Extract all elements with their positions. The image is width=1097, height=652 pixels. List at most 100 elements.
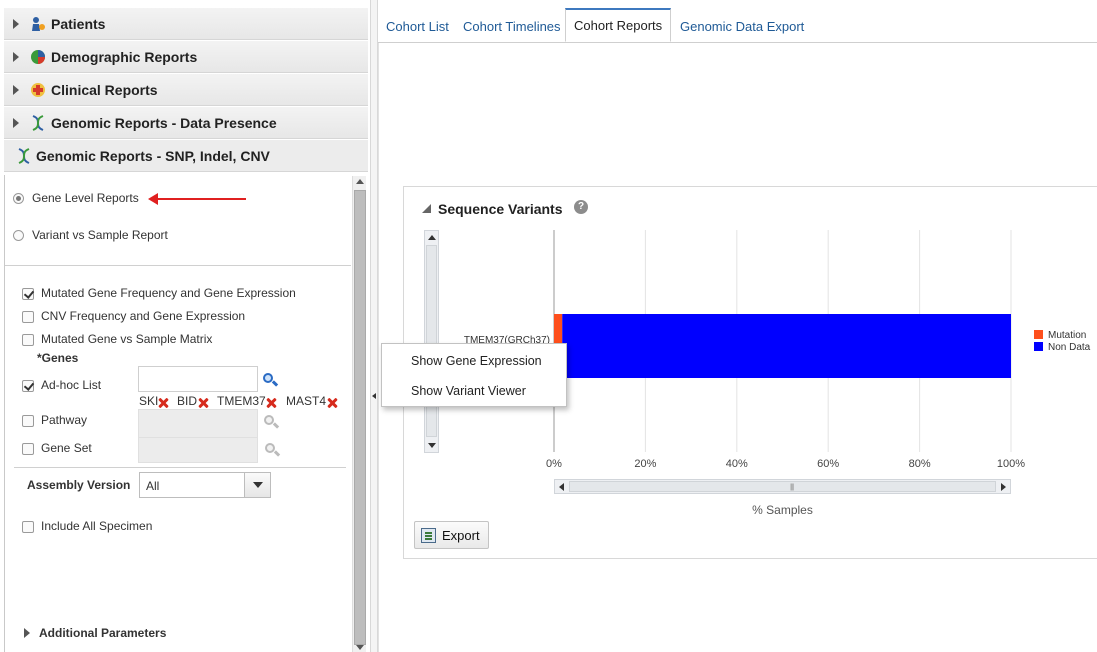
divider xyxy=(5,265,351,266)
accordion-demographic-reports[interactable]: Demographic Reports xyxy=(4,41,368,73)
tab-cohort-list[interactable]: Cohort List xyxy=(378,10,457,43)
expand-triangle-icon xyxy=(13,85,19,95)
scroll-left-icon[interactable] xyxy=(559,483,564,491)
gene-token-tmem37: TMEM37 xyxy=(217,394,266,408)
expand-triangle-icon xyxy=(13,19,19,29)
checkbox-gene-set[interactable] xyxy=(22,443,34,455)
pathway-input xyxy=(138,409,258,439)
accordion-label: Patients xyxy=(51,16,106,32)
export-button[interactable]: Export xyxy=(414,521,489,549)
panel-splitter[interactable] xyxy=(370,0,378,652)
checkbox-include-all-specimen[interactable] xyxy=(22,521,34,533)
x-axis-label: % Samples xyxy=(752,503,813,517)
legend-label: Non Data xyxy=(1048,342,1091,353)
search-icon xyxy=(263,414,280,430)
gene-token-bid: BID xyxy=(177,394,198,408)
x-tick-label: 80% xyxy=(909,458,931,470)
gene-set-input xyxy=(138,437,258,463)
export-icon xyxy=(421,528,436,543)
scroll-up-icon[interactable] xyxy=(428,235,436,240)
expand-triangle-icon xyxy=(13,118,19,128)
checkbox-mutated-gene-matrix[interactable] xyxy=(22,334,34,346)
select-value: All xyxy=(146,479,160,493)
radio-gene-level-reports[interactable] xyxy=(13,193,24,204)
left-panel: Patients Demographic Reports Clinical Re… xyxy=(0,0,370,652)
expand-triangle-icon[interactable] xyxy=(24,628,30,638)
legend-label: Mutation xyxy=(1048,330,1086,341)
medical-cross-icon xyxy=(31,83,45,97)
assembly-version-select[interactable]: All xyxy=(139,472,271,498)
patients-icon xyxy=(32,17,45,31)
menu-item-show-gene-expression[interactable]: Show Gene Expression xyxy=(411,354,542,368)
remove-gene-icon[interactable] xyxy=(158,398,168,408)
scroll-thumb[interactable] xyxy=(426,245,437,437)
legend-swatch xyxy=(1034,342,1043,351)
adhoc-list-label: Ad-hoc List xyxy=(41,378,102,392)
accordion-genomic-snp-indel-cnv[interactable]: Genomic Reports - SNP, Indel, CNV xyxy=(4,140,368,172)
gene-token-mast4: MAST4 xyxy=(286,394,327,408)
x-tick-label: 20% xyxy=(634,458,656,470)
radio-label: Gene Level Reports xyxy=(32,191,139,205)
red-arrow-annotation xyxy=(148,193,246,205)
accordion-label: Genomic Reports - SNP, Indel, CNV xyxy=(36,148,270,164)
expand-triangle-icon xyxy=(13,52,19,62)
tab-cohort-reports[interactable]: Cohort Reports xyxy=(565,8,672,42)
search-icon[interactable] xyxy=(262,372,279,388)
export-label: Export xyxy=(442,528,480,543)
checkbox-pathway[interactable] xyxy=(22,415,34,427)
adhoc-gene-input[interactable] xyxy=(138,366,258,392)
genes-heading: *Genes xyxy=(37,351,79,365)
radio-variant-vs-sample-report[interactable] xyxy=(13,230,24,241)
scroll-up-icon[interactable] xyxy=(356,179,364,184)
checkbox-adhoc-list[interactable] xyxy=(22,380,34,392)
pathway-label: Pathway xyxy=(41,413,88,427)
accordion-label: Genomic Reports - Data Presence xyxy=(51,115,277,131)
help-icon[interactable]: ? xyxy=(574,200,588,214)
collapse-left-icon[interactable] xyxy=(372,393,376,399)
category-scrollbar[interactable] xyxy=(424,230,439,453)
scroll-thumb[interactable] xyxy=(354,190,366,645)
scroll-thumb[interactable]: |||| xyxy=(569,481,996,492)
x-tick-label: 0% xyxy=(546,458,562,470)
accordion-label: Demographic Reports xyxy=(51,49,198,65)
dna-icon xyxy=(32,115,44,131)
legend-swatch xyxy=(1034,330,1043,339)
remove-gene-icon[interactable] xyxy=(266,398,276,408)
checkbox-label: CNV Frequency and Gene Expression xyxy=(41,309,246,323)
x-tick-label: 100% xyxy=(997,458,1025,470)
tab-cohort-timelines[interactable]: Cohort Timelines xyxy=(455,10,569,43)
checkbox-cnv-frequency[interactable] xyxy=(22,311,34,323)
remove-gene-icon[interactable] xyxy=(198,398,208,408)
remove-gene-icon[interactable] xyxy=(327,398,337,408)
accordion-genomic-data-presence[interactable]: Genomic Reports - Data Presence xyxy=(4,107,368,139)
menu-item-show-variant-viewer[interactable]: Show Variant Viewer xyxy=(411,384,526,398)
gene-set-label: Gene Set xyxy=(41,441,92,455)
bar-non-data[interactable] xyxy=(562,314,1011,378)
collapse-triangle-icon[interactable] xyxy=(422,204,431,213)
scroll-right-icon[interactable] xyxy=(1001,483,1006,491)
include-all-specimen-label: Include All Specimen xyxy=(41,519,153,533)
x-tick-label: 40% xyxy=(726,458,748,470)
left-panel-scrollbar[interactable] xyxy=(352,176,366,652)
checkbox-label: Mutated Gene vs Sample Matrix xyxy=(41,332,213,346)
checkbox-label: Mutated Gene Frequency and Gene Expressi… xyxy=(41,286,296,300)
additional-parameters[interactable]: Additional Parameters xyxy=(39,626,166,640)
chart-horizontal-scrollbar[interactable]: |||| xyxy=(554,479,1011,494)
tab-genomic-data-export[interactable]: Genomic Data Export xyxy=(672,10,812,43)
accordion-clinical-reports[interactable]: Clinical Reports xyxy=(4,74,368,106)
x-tick-label: 60% xyxy=(817,458,839,470)
scroll-down-icon[interactable] xyxy=(428,443,436,448)
scroll-down-icon[interactable] xyxy=(356,645,364,650)
accordion-label: Clinical Reports xyxy=(51,82,158,98)
radio-label: Variant vs Sample Report xyxy=(32,228,168,242)
assembly-version-label: Assembly Version xyxy=(27,478,131,492)
gene-token-ski: SKI xyxy=(139,394,159,408)
dna-icon xyxy=(18,148,30,164)
pie-chart-icon xyxy=(31,50,45,64)
section-title: Sequence Variants xyxy=(438,201,563,217)
chevron-down-icon[interactable] xyxy=(244,473,270,497)
search-icon xyxy=(264,442,281,458)
checkbox-mutated-gene-frequency[interactable] xyxy=(22,288,34,300)
context-menu: Show Gene Expression Show Variant Viewer xyxy=(381,343,567,407)
accordion-patients[interactable]: Patients xyxy=(4,8,368,40)
